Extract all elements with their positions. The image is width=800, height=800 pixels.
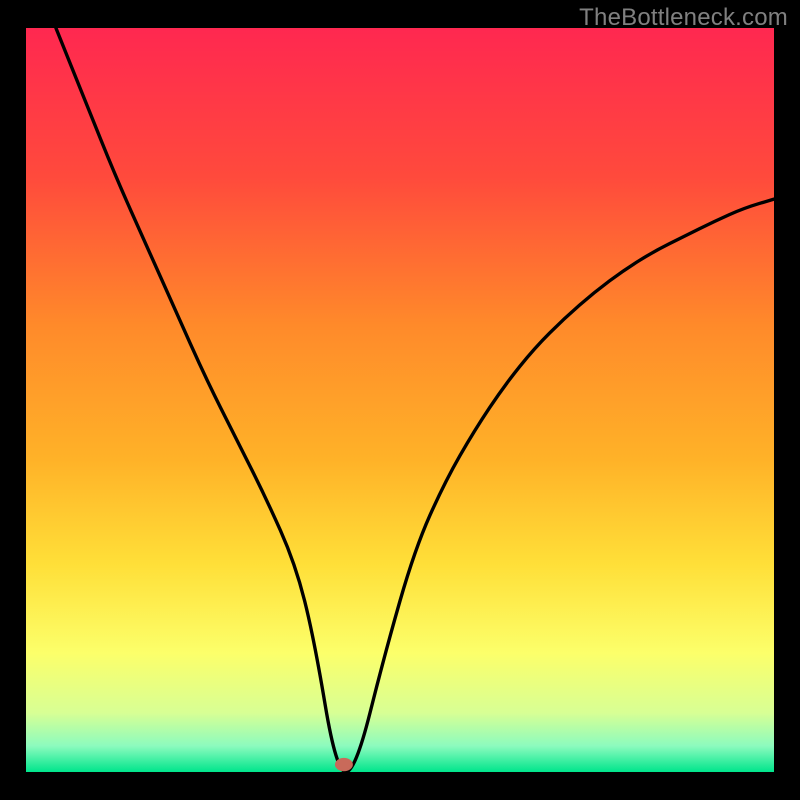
optimal-point-marker [335, 758, 353, 771]
chart-svg [26, 28, 774, 772]
watermark-text: TheBottleneck.com [579, 4, 788, 32]
gradient-background [26, 28, 774, 772]
chart-frame: TheBottleneck.com [0, 0, 800, 800]
plot-area [26, 28, 774, 772]
